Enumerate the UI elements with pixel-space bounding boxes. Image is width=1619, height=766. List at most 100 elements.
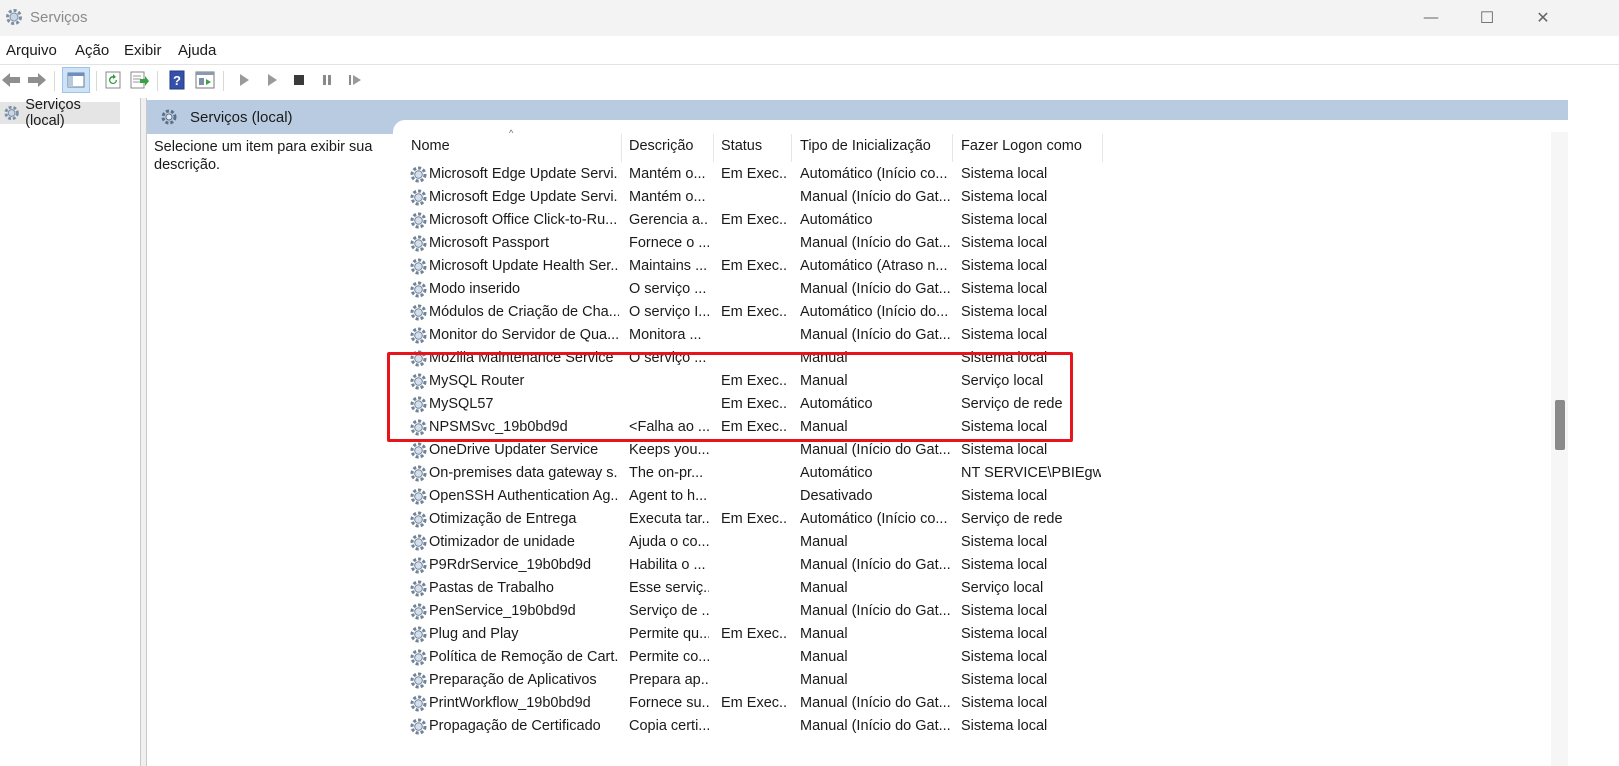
service-status: Em Exec... — [721, 626, 787, 642]
service-startup-type: Manual (Início do Gat... — [800, 442, 950, 458]
menu-exibir[interactable]: Exibir — [124, 42, 162, 59]
service-logon-as: Sistema local — [961, 603, 1048, 619]
table-row[interactable]: On-premises data gateway s... The on-pr..… — [409, 462, 1109, 485]
service-startup-type: Desativado — [800, 488, 873, 504]
help-button[interactable]: ? — [166, 69, 188, 91]
service-logon-as: Sistema local — [961, 695, 1048, 711]
toolbar: ? — [0, 64, 1619, 95]
menu-arquivo[interactable]: Arquivo — [6, 42, 57, 59]
show-hide-tree-button[interactable] — [62, 67, 90, 93]
menu-bar: Arquivo Ação Exibir Ajuda — [0, 36, 1619, 64]
table-row[interactable]: Microsoft Edge Update Servi... Mantém o..… — [409, 186, 1109, 209]
service-name: Monitor do Servidor de Qua... — [429, 327, 619, 343]
table-row[interactable]: Política de Remoção de Cart... Permite co… — [409, 646, 1109, 669]
forward-icon — [28, 73, 46, 87]
service-description: Copia certi... — [629, 718, 709, 734]
sort-ascending-icon: ^ — [509, 128, 514, 138]
service-startup-type: Automático — [800, 465, 873, 481]
service-logon-as: Sistema local — [961, 534, 1048, 550]
service-name: On-premises data gateway s... — [429, 465, 619, 481]
service-description: Permite co... — [629, 649, 709, 665]
table-row[interactable]: OpenSSH Authentication Ag... Agent to h..… — [409, 485, 1109, 508]
service-status: Em Exec... — [721, 212, 787, 228]
scrollbar-thumb[interactable] — [1555, 400, 1565, 450]
service-startup-type: Manual — [800, 626, 848, 642]
menu-acao[interactable]: Ação — [75, 42, 109, 59]
service-startup-type: Automático (Início co... — [800, 511, 948, 527]
table-row[interactable]: P9RdrService_19b0bd9d Habilita o ... Manua… — [409, 554, 1109, 577]
service-description: Esse serviç... — [629, 580, 709, 596]
table-row[interactable]: Preparação de Aplicativos Prepara ap... Ma… — [409, 669, 1109, 692]
pause-service-button[interactable] — [316, 69, 338, 91]
column-header-status[interactable]: Status — [721, 138, 762, 160]
service-name: P9RdrService_19b0bd9d — [429, 557, 592, 573]
restart-service-button[interactable] — [344, 69, 366, 91]
service-startup-type: Manual (Início do Gat... — [800, 235, 950, 251]
table-row[interactable]: OneDrive Updater Service Keeps you... Manu… — [409, 439, 1109, 462]
service-name: Microsoft Edge Update Servi... — [429, 189, 619, 205]
tree-item-label: Serviços (local) — [25, 97, 81, 129]
service-name: Microsoft Edge Update Servi... — [429, 166, 619, 182]
restart-service-icon — [349, 75, 361, 85]
table-row[interactable]: Microsoft Office Click-to-Ru... Gerencia … — [409, 209, 1109, 232]
start-service-button[interactable] — [233, 69, 255, 91]
table-row[interactable]: Módulos de Criação de Cha... O serviço I.… — [409, 301, 1109, 324]
start-service-alt-icon — [268, 74, 277, 86]
service-name: Otimização de Entrega — [429, 511, 577, 527]
refresh-button[interactable] — [102, 69, 124, 91]
table-row[interactable]: Otimizador de unidade Ajuda o co... Manual… — [409, 531, 1109, 554]
service-description: Permite qu... — [629, 626, 709, 642]
forward-button[interactable] — [26, 69, 48, 91]
start-service-alt-button[interactable] — [261, 69, 283, 91]
description-panel: Selecione um item para exibir sua descri… — [154, 139, 373, 173]
service-logon-as: Sistema local — [961, 258, 1048, 274]
service-description: Serviço de ... — [629, 603, 709, 619]
service-description: Prepara ap... — [629, 672, 709, 688]
table-row[interactable]: Microsoft Passport Fornece o ... Manual (I… — [409, 232, 1109, 255]
maximize-button[interactable]: ☐ — [1458, 0, 1516, 36]
stop-service-button[interactable] — [288, 69, 310, 91]
service-gear-icon — [410, 511, 427, 528]
service-logon-as: Sistema local — [961, 304, 1048, 320]
service-name: Plug and Play — [429, 626, 519, 642]
service-logon-as: Sistema local — [961, 557, 1048, 573]
service-startup-type: Automático (Início co... — [800, 166, 948, 182]
tree-item-services-local[interactable]: Serviços (local) — [0, 97, 120, 129]
properties-button[interactable] — [194, 69, 216, 91]
table-row[interactable]: PenService_19b0bd9d Serviço de ... Manual … — [409, 600, 1109, 623]
search-services-icon — [161, 109, 177, 125]
menu-ajuda[interactable]: Ajuda — [178, 42, 216, 59]
table-row[interactable]: Plug and Play Permite qu... Em Exec... Manu… — [409, 623, 1109, 646]
table-row[interactable]: Monitor do Servidor de Qua... Monitora ..… — [409, 324, 1109, 347]
back-button[interactable] — [0, 69, 22, 91]
column-header-descricao[interactable]: Descrição — [629, 138, 693, 160]
table-row[interactable]: Pastas de Trabalho Esse serviç... Manual Se… — [409, 577, 1109, 600]
service-gear-icon — [410, 442, 427, 459]
column-header-logon[interactable]: Fazer Logon como — [961, 138, 1082, 160]
table-row[interactable]: Otimização de Entrega Executa tar... Em Ex… — [409, 508, 1109, 531]
service-description: Gerencia a... — [629, 212, 709, 228]
table-row[interactable]: Propagação de Certificado Copia certi... M… — [409, 715, 1109, 738]
table-row[interactable]: PrintWorkflow_19b0bd9d Fornece su... Em Ex… — [409, 692, 1109, 715]
service-gear-icon — [410, 258, 427, 275]
service-startup-type: Automático — [800, 212, 873, 228]
table-row[interactable]: Microsoft Edge Update Servi... Mantém o..… — [409, 163, 1109, 186]
minimize-button[interactable]: — — [1402, 0, 1460, 36]
column-header-nome[interactable]: Nome — [411, 138, 450, 160]
toolbar-separator — [54, 71, 55, 91]
service-startup-type: Manual — [800, 580, 848, 596]
vertical-scrollbar[interactable] — [1551, 132, 1568, 766]
column-header-tipo-inicializacao[interactable]: Tipo de Inicialização — [800, 138, 931, 160]
service-startup-type: Manual (Início do Gat... — [800, 603, 950, 619]
table-row[interactable]: Microsoft Update Health Ser... Maintains … — [409, 255, 1109, 278]
service-logon-as: Serviço de rede — [961, 511, 1063, 527]
service-name: Microsoft Passport — [429, 235, 550, 251]
back-icon — [2, 73, 20, 87]
export-list-button[interactable] — [129, 69, 151, 91]
table-row[interactable]: Modo inserido O serviço ... Manual (Início… — [409, 278, 1109, 301]
service-logon-as: Sistema local — [961, 189, 1048, 205]
close-button[interactable]: ✕ — [1514, 0, 1572, 36]
service-status: Em Exec... — [721, 304, 787, 320]
service-gear-icon — [410, 534, 427, 551]
help-icon: ? — [169, 70, 185, 90]
